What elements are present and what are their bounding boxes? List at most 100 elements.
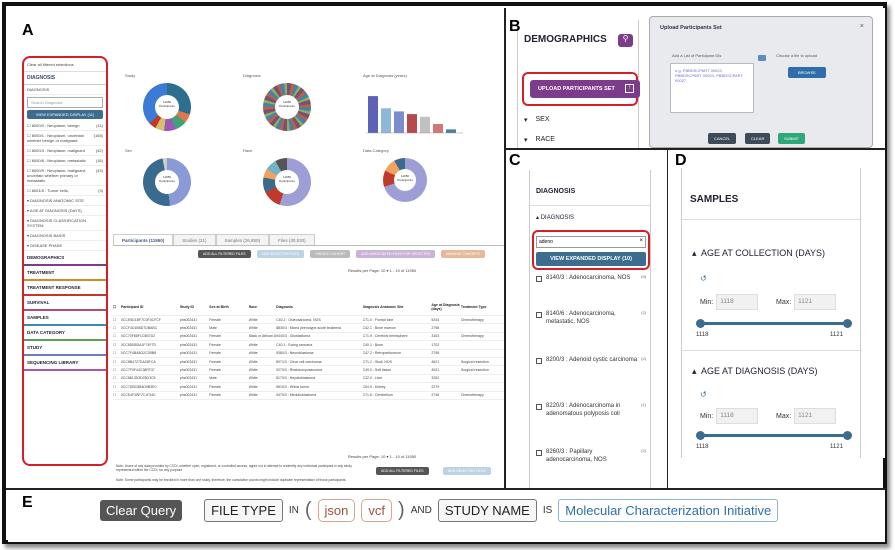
list-item[interactable]: 8220/3 : Adenocarcinoma in adenomatous p… [536,402,646,418]
clear-query-button[interactable]: Clear Query [100,499,183,521]
table-row[interactable]: ☐ 0CC8813D3D25D3C5 phs002431 Male White 8170/… [113,375,504,384]
column-header[interactable]: Age at Diagnosis (days) [431,303,460,311]
list-item[interactable]: ☐ 8000/0 : Neoplasm, benign (11) [24,121,106,131]
clear-filters-link[interactable]: Clear all filtered selections [24,58,106,72]
list-item[interactable]: ☐ 8000/3 : Neoplasm, malignant (42) [24,146,106,156]
add-selected-files-button[interactable]: ADD SELECTED FILES [256,250,305,258]
min-field[interactable]: Min: 1118 [700,408,759,424]
facet-sex[interactable]: ▾ SEX [524,116,550,124]
clear-button[interactable]: CLEAR [745,133,771,144]
list-item[interactable]: 8140/3 : Adenocarcinoma, NOS (9) [536,274,646,282]
facet-age-at-collection[interactable]: ▴ AGE AT COLLECTION (DAYS) [692,248,825,259]
row-checkbox[interactable]: ☐ [113,393,121,397]
query-value-vcf[interactable]: vcf [361,498,393,522]
upload-participants-button[interactable]: UPLOAD PARTICIPANTS SET ↑ [530,80,640,98]
list-item[interactable]: 8140/6 : Adenocarcinoma, metastatic, NOS… [536,310,646,326]
participant-ids-textarea[interactable]: e.g. PBBDSCPART 00022, PBBDSCPART 00024,… [670,63,754,113]
facet-race[interactable]: ▾ RACE [524,136,555,144]
column-header[interactable]: Participant ID [121,305,180,309]
row-checkbox[interactable]: ☐ [113,343,121,347]
add-associated-files-button[interactable]: ADD ASSOCIATED FILES FOR SELECTED [356,250,436,258]
checkbox[interactable] [536,450,542,456]
column-header[interactable]: Study ID [180,305,209,309]
table-row[interactable]: ☐ 0CC7DBC8B4D9B3E0 phs002431 Female White 951… [113,383,504,392]
facet-age-at-diagnosis[interactable]: ▴ AGE AT DIAGNOSIS (DAYS) [692,366,818,377]
row-checkbox[interactable]: ☐ [113,368,121,372]
age-collection-slider[interactable] [696,319,852,328]
diagnosis-section-title[interactable]: DIAGNOSIS [24,72,106,85]
sub-filter[interactable]: ▾ DIAGNOSIS BASIS [24,231,106,241]
close-icon[interactable]: × [860,23,864,30]
category-item[interactable]: DEMOGRAPHICS [24,251,106,266]
query-field-file-type[interactable]: FILE TYPE [204,498,283,522]
row-checkbox[interactable]: ☐ [113,334,121,338]
select-all-checkbox[interactable]: ☐ [113,305,121,309]
column-header[interactable]: Treatment Type [461,305,504,309]
query-value-json[interactable]: json [317,498,356,522]
pagination-bottom[interactable]: Results per Page: 10 ▾ 1 - 10 of 11950 [348,454,416,459]
checkbox[interactable] [536,312,542,318]
clear-icon[interactable]: × [639,238,643,244]
category-item[interactable]: STUDY [24,341,106,356]
submit-button[interactable]: SUBMIT [778,133,806,144]
view-expanded-button[interactable]: VIEW EXPANDED DISPLAY (10) [536,252,646,266]
list-item[interactable]: ☐ 8000/9 : Neoplasm, malignant, uncertai… [24,166,106,186]
slider-handle-min[interactable] [696,431,705,440]
table-row[interactable]: ☐ 0CC7F0F44C38FE37 phs002431 Female White 927… [113,366,504,375]
max-field[interactable]: Max: 1121 [776,408,837,424]
checkbox[interactable] [536,358,542,364]
checkbox[interactable] [536,276,542,282]
view-expanded-button[interactable]: VIEW EXPANDED DISPLAY (11) [27,110,103,119]
list-item[interactable]: 8200/3 : Adenoid cystic carcinoma (2) [536,356,646,364]
table-row[interactable]: ☐ 0CCE4F2BF7C1F34C phs002431 Female White 947… [113,392,504,400]
slider-handle-min[interactable] [696,319,705,328]
slider-handle-max[interactable] [843,431,852,440]
table-row[interactable]: ☐ 0CC70F88F1C5B7D2 phs002431 Female Black or… [113,333,504,342]
query-value-study[interactable]: Molecular Characterization Initiative [558,498,779,522]
category-item[interactable]: DATA CATEGORY [24,326,106,341]
add-selected-files-bottom-button[interactable]: ADD SELECTED FILES [443,467,491,475]
column-header[interactable]: Diagnosis Anatomic Site [363,305,432,309]
category-item[interactable]: TREATMENT RESPONSE [24,281,106,296]
row-checkbox[interactable]: ☐ [113,376,121,380]
table-row[interactable]: ☐ 0CCF4D1B8D7DBABC phs002431 Male White 8830/… [113,324,504,333]
checkbox[interactable] [536,404,542,410]
category-item[interactable]: SAMPLES [24,311,106,326]
diagnosis-subsection[interactable]: DIAGNOSIS [24,85,106,95]
column-header[interactable]: Sex at Birth [209,305,248,309]
add-all-files-bottom-button[interactable]: ADD ALL FILTERED FILES [376,467,429,475]
row-checkbox[interactable]: ☐ [113,360,121,364]
create-cohort-button[interactable]: CREATE COHORT [310,250,351,258]
pagination-top[interactable]: Results per Page: 10 ▾ 1 - 10 of 11950 [348,268,416,273]
add-all-files-button[interactable]: ADD ALL FILTERED FILES [198,250,251,258]
table-row[interactable]: ☐ 0CCE5D1BF7C0F3CFCF phs002431 Female White C… [113,316,504,325]
list-item[interactable]: ☐ 8001/0 : Tumor cells, (3) [24,186,106,196]
row-checkbox[interactable]: ☐ [113,385,121,389]
reset-icon[interactable]: ↺ [700,274,707,283]
list-item[interactable]: ☐ 8000/1 : Neoplasm, uncertain whether b… [24,131,106,146]
max-field[interactable]: Max: 1121 [776,294,837,310]
category-item[interactable]: TREATMENT [24,266,106,281]
list-item[interactable]: 8260/3 : Papillary adenocarcinoma, NOS (2… [536,448,646,464]
tab-participants[interactable]: Participants (11950) [113,234,174,245]
column-header[interactable]: Diagnosis [276,305,362,309]
sub-filter[interactable]: ▾ DIAGNOSIS ANATOMIC SITE [24,196,106,206]
slider-handle-max[interactable] [843,319,852,328]
age-diagnosis-slider[interactable] [696,431,852,440]
tab-files[interactable]: Files (30,530) [269,234,315,245]
min-field[interactable]: Min: 1118 [700,294,759,310]
diagnosis-subsection[interactable]: ▴ DIAGNOSIS [530,206,650,229]
browse-button[interactable]: BROWSE [788,67,826,78]
table-row[interactable]: ☐ 0CC7F4BA5D2C2BB8 phs002431 Female White 938… [113,350,504,358]
category-item[interactable]: SEQUENCING LIBRARY [24,356,106,371]
row-checkbox[interactable]: ☐ [113,351,121,355]
reset-icon[interactable]: ↺ [700,390,707,399]
query-field-study-name[interactable]: STUDY NAME [437,498,537,522]
cancel-button[interactable]: CANCEL [708,133,737,144]
column-header[interactable]: Race [249,305,277,309]
table-row[interactable]: ☐ 0CC8B4727DA28FCA phs002431 Female White 807… [113,358,504,367]
sub-filter[interactable]: ▾ AGE AT DIAGNOSIS (DAYS) [24,206,106,216]
sub-filter[interactable]: ▾ DIAGNOSIS CLASSIFICATION SYSTEM [24,216,106,231]
category-item[interactable]: SURVIVAL [24,296,106,311]
list-item[interactable]: ☐ 8000/6 : Neoplasm, metastatic (16) [24,156,106,166]
